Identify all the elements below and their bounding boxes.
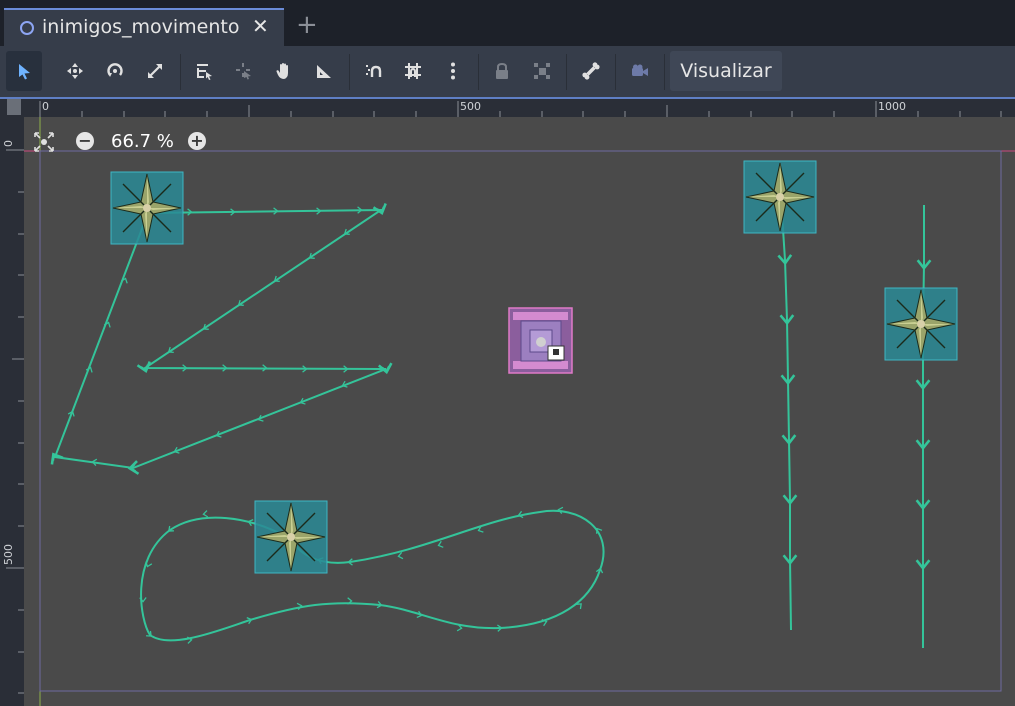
rotate-tool[interactable] — [97, 51, 133, 91]
scale-icon — [148, 64, 162, 78]
ruler-label: 0 — [2, 140, 15, 147]
view-menu-button[interactable]: Visualizar — [670, 51, 782, 91]
select-tool[interactable] — [6, 51, 42, 91]
camera-icon — [632, 64, 648, 76]
plus-icon[interactable]: + — [296, 12, 318, 38]
snap-options-menu[interactable] — [435, 51, 471, 91]
horizontal-ruler[interactable]: 0 500 1000 — [0, 99, 1015, 117]
scale-tool[interactable] — [137, 51, 173, 91]
ruler-tool[interactable] — [306, 51, 342, 91]
lock-tool[interactable] — [484, 51, 520, 91]
vertical-ruler-ticks — [6, 149, 24, 694]
smart-snap-toggle[interactable] — [356, 51, 392, 91]
zoom-level[interactable]: 66.7 % — [111, 131, 174, 152]
ruler-label: 0 — [42, 100, 49, 113]
ruler-label: 500 — [2, 544, 15, 565]
toolbar-separator — [478, 54, 479, 90]
zoom-controls: − 66.7 % + — [74, 130, 214, 154]
toolbar-separator — [349, 54, 350, 90]
canvas-viewport[interactable] — [24, 117, 1015, 706]
magnet-snap-icon — [366, 65, 382, 77]
pan-tool[interactable] — [266, 51, 302, 91]
group-icon — [534, 63, 550, 79]
lock-icon — [496, 62, 508, 79]
move-icon — [67, 63, 83, 79]
close-icon[interactable]: ✕ — [252, 14, 269, 38]
select-arrow-icon — [19, 64, 30, 80]
list-select-tool[interactable] — [186, 51, 222, 91]
ruler-corner — [7, 99, 21, 115]
kebab-menu-icon — [451, 62, 455, 80]
zoom-in-icon[interactable]: + — [188, 132, 206, 150]
rotate-icon — [107, 63, 123, 77]
zoom-out-icon[interactable]: − — [76, 132, 94, 150]
canvas-toolbar: Visualizar — [0, 46, 1015, 97]
ruler-icon — [317, 65, 331, 78]
pivot-tool[interactable] — [226, 51, 262, 91]
hand-icon — [276, 63, 288, 79]
pivot-icon — [236, 63, 251, 80]
scene-tab-bar: inimigos_movimento ✕ + — [0, 0, 1015, 46]
toolbar-separator — [180, 54, 181, 90]
toolbar-separator — [566, 54, 567, 90]
ruler-label: 500 — [460, 100, 481, 113]
grid-snap-icon — [405, 63, 421, 79]
list-select-icon — [197, 64, 212, 80]
vertical-ruler[interactable]: 0 500 — [0, 117, 24, 706]
skeleton-tool[interactable] — [573, 51, 609, 91]
move-tool[interactable] — [57, 51, 93, 91]
grid-snap-toggle[interactable] — [395, 51, 431, 91]
camera-override-tool[interactable] — [622, 51, 658, 91]
scene-tab-title: inimigos_movimento — [42, 16, 240, 38]
scene-tab[interactable]: inimigos_movimento ✕ — [4, 8, 284, 46]
ruler-label: 1000 — [878, 100, 906, 113]
toolbar-separator — [664, 54, 665, 90]
toolbar-separator — [615, 54, 616, 90]
horizontal-ruler-ticks — [39, 101, 1002, 117]
bone-icon — [582, 62, 600, 80]
group-tool[interactable] — [524, 51, 560, 91]
node2d-scene-icon — [20, 21, 34, 35]
